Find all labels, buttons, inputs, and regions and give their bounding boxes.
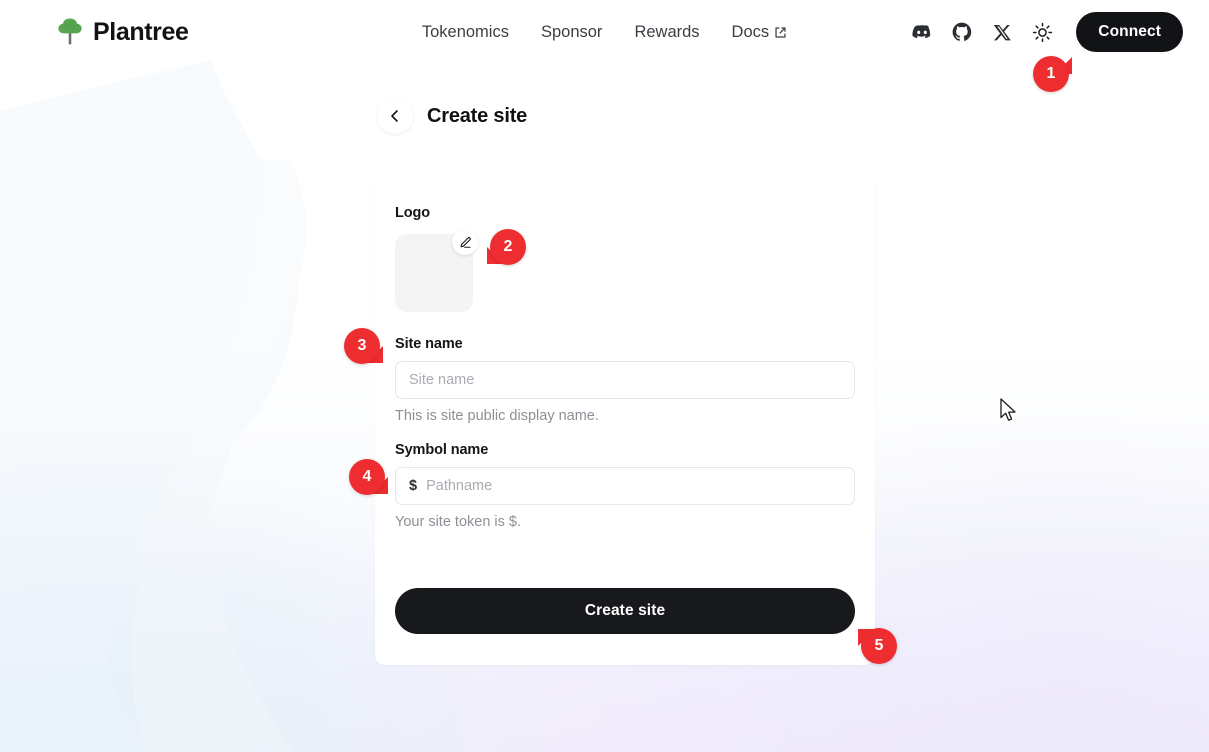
nav-label: Tokenomics	[421, 22, 509, 41]
dollar-prefix: $	[409, 478, 418, 494]
page-title: Create site	[427, 104, 528, 127]
site-name-helper: This is site public display name.	[395, 408, 599, 424]
symbol-name-helper: Your site token is $.	[395, 514, 522, 530]
symbol-name-input-wrapper[interactable]: $	[395, 467, 855, 505]
nav-item-tokenomics[interactable]: Tokenomics	[422, 23, 509, 42]
external-link-icon	[775, 26, 786, 38]
site-name-field: Site name This is site public display na…	[395, 336, 855, 424]
symbol-name-field: Symbol name $ Your site token is $.	[395, 442, 855, 530]
github-icon[interactable]	[950, 20, 974, 44]
discord-icon[interactable]	[910, 20, 934, 44]
nav-item-sponsor[interactable]: Sponsor	[541, 23, 602, 42]
nav-item-docs[interactable]: Docs	[732, 23, 788, 42]
chevron-left-icon	[391, 110, 398, 122]
tree-icon	[58, 18, 82, 45]
nav-item-rewards[interactable]: Rewards	[634, 23, 699, 42]
page-header-row: Create site	[377, 98, 527, 134]
site-name-label: Site name	[395, 336, 463, 352]
nav-label: Sponsor	[540, 22, 603, 41]
nav-label: Docs	[731, 22, 770, 41]
logo-field: Logo	[395, 205, 855, 312]
symbol-name-label: Symbol name	[395, 442, 489, 458]
logo-upload-box[interactable]	[395, 229, 478, 312]
connect-button[interactable]: Connect	[1076, 12, 1183, 52]
symbol-name-input[interactable]	[426, 468, 841, 504]
brand-name: Plantree	[93, 17, 189, 46]
create-site-card: Logo Site name This is site public displ…	[375, 175, 875, 665]
site-header: Plantree Tokenomics Sponsor Rewards Docs	[0, 0, 1209, 64]
sun-icon[interactable]	[1030, 20, 1054, 44]
create-site-button[interactable]: Create site	[395, 588, 855, 634]
header-actions: Connect	[910, 12, 1183, 52]
logo-edit-button[interactable]	[452, 229, 478, 255]
back-button[interactable]	[377, 98, 413, 134]
brand-logo[interactable]: Plantree	[56, 17, 189, 47]
nav-label: Rewards	[634, 22, 700, 41]
logo-label: Logo	[395, 205, 431, 221]
pencil-edit-icon	[460, 236, 471, 248]
site-name-input[interactable]	[395, 361, 855, 399]
x-twitter-icon[interactable]	[990, 20, 1014, 44]
